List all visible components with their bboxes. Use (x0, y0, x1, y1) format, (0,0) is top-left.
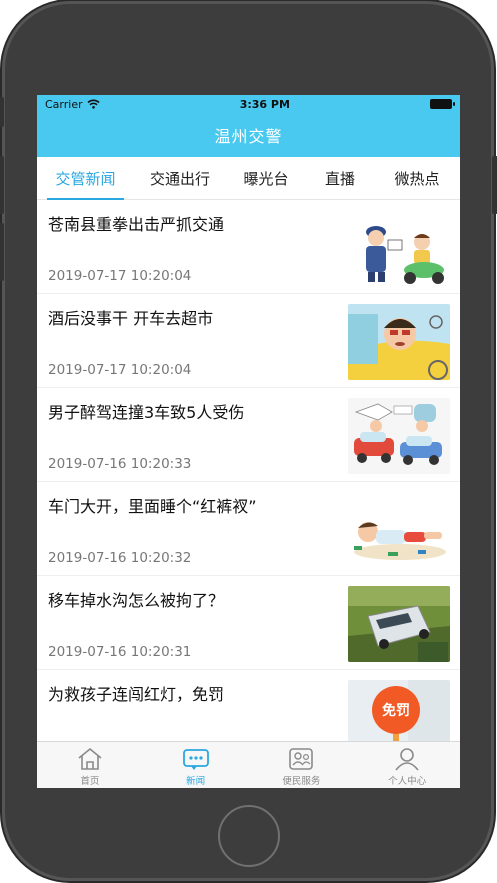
tabbar-profile[interactable]: 个人中心 (354, 742, 460, 788)
sleeping-man-illustration (348, 492, 450, 568)
news-time: 2019-07-16 10:20:31 (48, 644, 192, 660)
tabbar-label: 个人中心 (388, 776, 427, 787)
bottom-tab-bar: 首页 新闻 便民服务 个人中心 (37, 741, 460, 788)
clock: 3:36 PM (239, 97, 290, 111)
message-icon (182, 749, 209, 770)
news-list: 苍南县重拳出击严抓交通 2019-07-17 10:20:04 酒后没事干 开车… (37, 200, 460, 741)
person-icon (395, 748, 419, 771)
tabbar-services[interactable]: 便民服务 (249, 742, 355, 788)
news-item[interactable]: 苍南县重拳出击严抓交通 2019-07-17 10:20:04 (37, 200, 460, 294)
home-button[interactable] (218, 805, 280, 867)
mute-switch (0, 97, 4, 127)
app-screen: Carrier 3:36 PM 温州交警 交管新闻 交通出行 曝光台 直播 微热… (37, 95, 460, 788)
nav-bar: 温州交警 (37, 113, 460, 157)
police-traffic-stop-illustration (348, 210, 450, 286)
tabbar-label: 新闻 (186, 776, 206, 787)
category-tabs: 交管新闻 交通出行 曝光台 直播 微热点 (37, 157, 460, 200)
news-item[interactable]: 车门大开，里面睡个“红裤衩” 2019-07-16 10:20:32 (37, 482, 460, 576)
fine-exempt-text: 免罚 (382, 702, 410, 719)
service-icon (289, 748, 314, 770)
car-in-ditch-photo (348, 586, 450, 662)
news-time: 2019-07-16 10:20:33 (48, 456, 192, 472)
tab-traffic-news[interactable]: 交管新闻 (37, 157, 134, 200)
news-title: 车门大开，里面睡个“红裤衩” (48, 497, 257, 516)
news-time: 2019-07-16 10:20:32 (48, 550, 192, 566)
tab-exposure[interactable]: 曝光台 (226, 157, 306, 199)
drunk-driver-illustration (348, 304, 450, 380)
carrier-label: Carrier (45, 97, 83, 111)
power-button (492, 156, 497, 214)
news-time: 2019-07-17 10:20:04 (48, 362, 192, 378)
tab-hot-topics[interactable]: 微热点 (374, 157, 460, 199)
fine-exempt-sign: 免罚 (348, 680, 450, 741)
tab-live[interactable]: 直播 (306, 157, 374, 199)
tabbar-home[interactable]: 首页 (37, 742, 143, 788)
news-title: 为救孩子连闯红灯，免罚 (48, 685, 225, 704)
tab-label: 交通出行 (149, 169, 210, 188)
tabbar-label: 首页 (80, 776, 100, 787)
wifi-icon (87, 99, 100, 109)
tab-label: 直播 (324, 169, 355, 188)
news-item[interactable]: 酒后没事干 开车去超市 2019-07-17 10:20:04 (37, 294, 460, 388)
tab-label: 交管新闻 (55, 169, 116, 188)
news-item[interactable]: 移车掉水沟怎么被拘了？ 2019-07-16 10:20:31 (37, 576, 460, 670)
news-title: 酒后没事干 开车去超市 (48, 309, 214, 328)
tab-label: 微热点 (394, 169, 440, 188)
battery-icon (429, 99, 455, 109)
news-item[interactable]: 男子醉驾连撞3车致5人受伤 2019-07-16 10:20:33 (37, 388, 460, 482)
news-item[interactable]: 为救孩子连闯红灯，免罚 免罚 (37, 670, 460, 741)
news-title: 男子醉驾连撞3车致5人受伤 (48, 403, 245, 422)
home-icon (78, 747, 102, 770)
page-title: 温州交警 (214, 127, 283, 146)
news-time: 2019-07-17 10:20:04 (48, 268, 192, 284)
car-collision-illustration (348, 398, 450, 474)
news-title: 移车掉水沟怎么被拘了？ (48, 591, 225, 610)
volume-down-button (0, 223, 4, 281)
tab-travel[interactable]: 交通出行 (134, 157, 226, 199)
volume-up-button (0, 156, 4, 214)
news-title: 苍南县重拳出击严抓交通 (48, 215, 225, 234)
tabbar-news[interactable]: 新闻 (143, 742, 249, 788)
status-bar: Carrier 3:36 PM (37, 95, 460, 113)
tabbar-label: 便民服务 (282, 776, 321, 787)
tab-label: 曝光台 (243, 169, 289, 188)
